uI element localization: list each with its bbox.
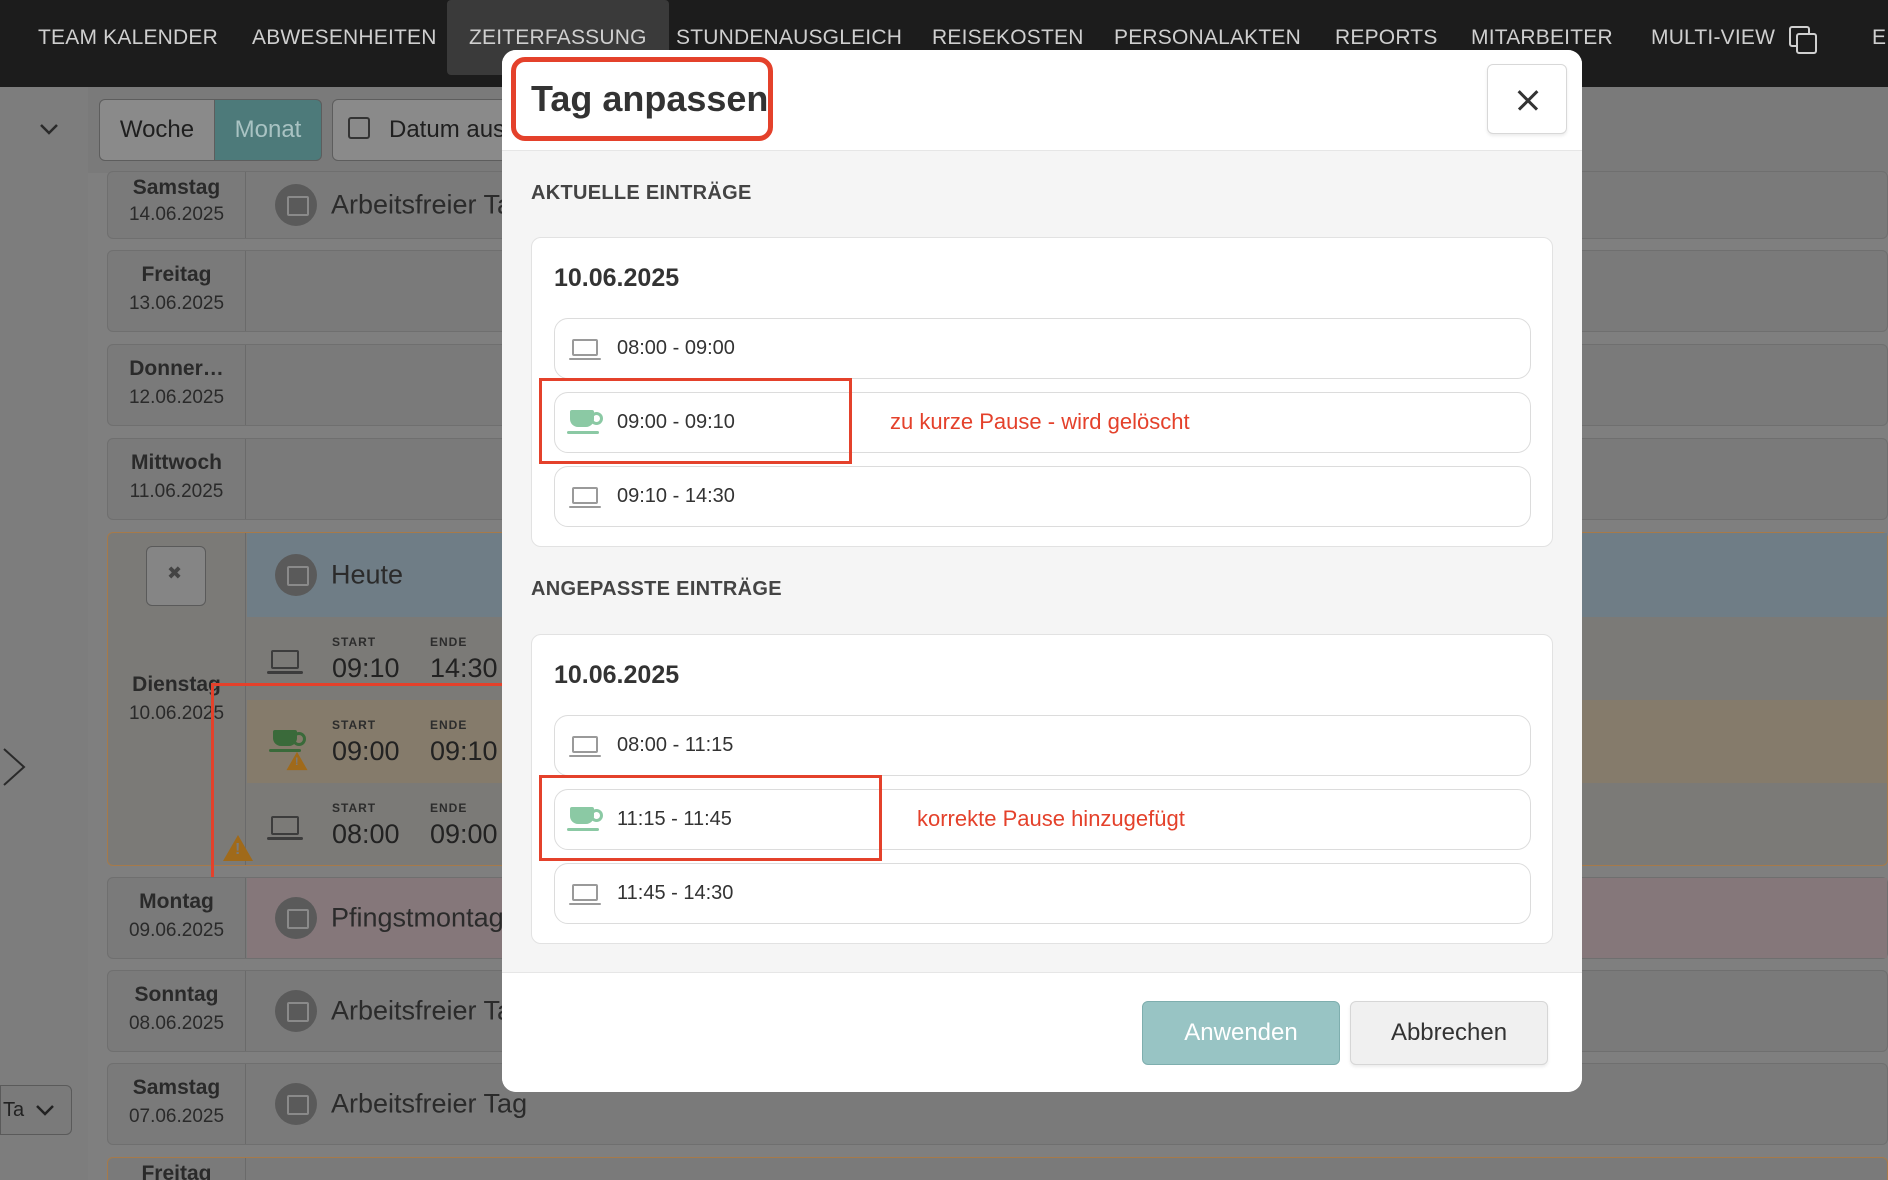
nav-abwesenheiten[interactable]: ABWESENHEITEN <box>252 0 437 75</box>
day-label: Donner… 12.06.2025 <box>108 345 246 425</box>
calendar-icon <box>275 184 317 226</box>
laptop-icon <box>569 884 601 905</box>
day-name: Freitag <box>141 263 212 286</box>
calendar-icon <box>275 897 317 939</box>
nav-multi-view-label: MULTI-VIEW <box>1651 26 1776 49</box>
day-date: 11.06.2025 <box>129 481 224 502</box>
day-name: Samstag <box>132 1076 221 1099</box>
day-status-text: Pfingstmontag <box>331 902 504 933</box>
day-row[interactable]: Freitag <box>107 1157 1888 1180</box>
day-label: Freitag 13.06.2025 <box>108 251 246 331</box>
day-label: Freitag <box>108 1158 246 1180</box>
chevron-down-icon[interactable] <box>38 118 60 140</box>
laptop-icon <box>569 736 601 757</box>
entry-note: korrekte Pause hinzugefügt <box>917 806 1185 831</box>
day-date: 08.06.2025 <box>128 1013 225 1034</box>
highlight-box <box>539 775 882 861</box>
highlight-box <box>511 57 773 141</box>
view-week-button[interactable]: Woche <box>99 99 215 161</box>
entry-row[interactable]: 09:10 - 14:30 <box>554 466 1531 527</box>
day-date: 13.06.2025 <box>128 293 225 314</box>
day-name: Sonntag <box>134 983 219 1006</box>
start-label: START <box>332 635 377 649</box>
card-date: 10.06.2025 <box>554 264 680 292</box>
day-label: Montag 09.06.2025 <box>108 878 246 958</box>
laptop-icon <box>267 650 303 674</box>
day-date: 07.06.2025 <box>128 1106 225 1127</box>
entry-row[interactable]: 08:00 - 11:15 <box>554 715 1531 776</box>
entry-time: 11:45 - 14:30 <box>617 882 734 904</box>
day-status-text: Arbeitsfreier Ta <box>331 189 513 220</box>
current-entries-heading: AKTUELLE EINTRÄGE <box>531 182 752 204</box>
calendar-icon <box>348 117 370 139</box>
day-name: Donner… <box>129 357 224 380</box>
entry-time: 08:00 - 11:15 <box>617 734 734 756</box>
calendar-icon <box>275 554 317 596</box>
end-label: ENDE <box>430 635 468 649</box>
close-button[interactable] <box>1487 64 1567 134</box>
entry-time: 09:10 - 14:30 <box>617 485 735 507</box>
day-name: Mittwoch <box>131 451 222 474</box>
day-date: 09.06.2025 <box>128 920 225 941</box>
nav-team-kalender[interactable]: TEAM KALENDER <box>38 0 218 75</box>
today-label: Heute <box>331 559 404 590</box>
day-label: Samstag 07.06.2025 <box>108 1064 246 1144</box>
entry-time: 08:00 - 09:00 <box>617 337 735 359</box>
entry-row[interactable]: 11:45 - 14:30 <box>554 863 1531 924</box>
view-select[interactable]: Ta <box>0 1085 72 1135</box>
cancel-button[interactable]: Abbrechen <box>1350 1001 1548 1065</box>
multi-view-icon <box>1789 26 1818 55</box>
entry-note: zu kurze Pause - wird gelöscht <box>890 409 1190 434</box>
laptop-icon <box>569 339 601 360</box>
adjusted-entries-card: 10.06.2025 08:00 - 11:15 11:15 - 11:45 k… <box>531 634 1553 944</box>
adjust-day-modal: Tag anpassen AKTUELLE EINTRÄGE 10.06.202… <box>502 50 1582 1092</box>
day-label: Mittwoch 11.06.2025 <box>108 439 246 519</box>
apply-button[interactable]: Anwenden <box>1142 1001 1340 1065</box>
highlight-box <box>539 378 852 464</box>
day-date: 14.06.2025 <box>128 204 225 225</box>
end-time: 14:30 <box>430 653 498 683</box>
day-name: Samstag <box>132 176 221 199</box>
day-status-text: Arbeitsfreier Ta <box>331 995 513 1026</box>
calendar-icon <box>275 1083 317 1125</box>
calendar-icon <box>275 990 317 1032</box>
day-status-text: Arbeitsfreier Tag <box>331 1088 528 1119</box>
day-date: 12.06.2025 <box>128 387 225 408</box>
day-name: Montag <box>139 890 214 913</box>
view-select-value: Ta <box>3 1099 25 1121</box>
nav-multi-view[interactable]: MULTI-VIEW <box>1651 0 1818 75</box>
modal-footer: Anwenden Abbrechen <box>502 972 1582 1092</box>
day-label: Sonntag 08.06.2025 <box>108 971 246 1051</box>
entry-row[interactable]: 08:00 - 09:00 <box>554 318 1531 379</box>
highlight-box <box>211 683 514 894</box>
start-time: 09:10 <box>332 653 400 683</box>
day-name: Freitag <box>141 1162 212 1180</box>
view-month-button[interactable]: Monat <box>214 99 322 161</box>
chevron-right-icon[interactable] <box>0 745 30 789</box>
current-entries-card: 10.06.2025 08:00 - 09:00 09:00 - 09:10 z… <box>531 237 1553 547</box>
modal-header: Tag anpassen <box>502 50 1582 151</box>
sidebar <box>0 87 88 1180</box>
adjusted-entries-heading: ANGEPASSTE EINTRÄGE <box>531 578 782 600</box>
laptop-icon <box>569 487 601 508</box>
day-label: Samstag 14.06.2025 <box>108 172 246 238</box>
nav-overflow[interactable]: E <box>1872 0 1886 75</box>
collapse-button[interactable] <box>146 546 206 606</box>
chevron-down-icon <box>36 1105 54 1116</box>
card-date: 10.06.2025 <box>554 661 680 689</box>
